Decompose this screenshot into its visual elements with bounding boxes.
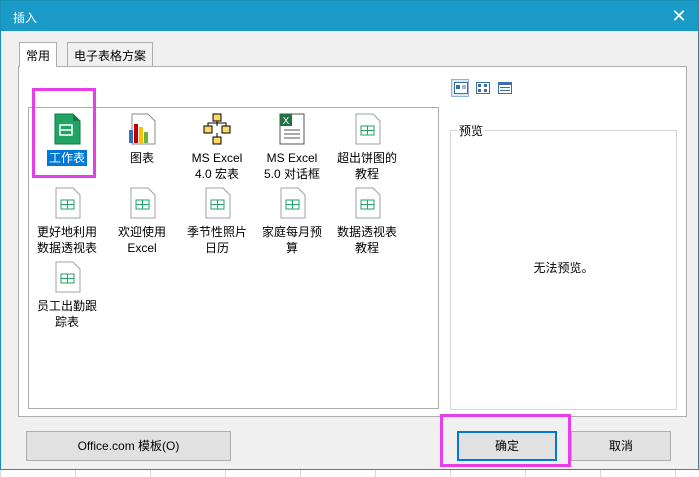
template-icon <box>351 186 383 220</box>
item-label: 超出饼图的教程 <box>336 151 397 181</box>
item-label: 数据透视表教程 <box>336 225 397 255</box>
list-view-icon <box>476 82 490 94</box>
office-templates-button[interactable]: Office.com 模板(O) <box>26 431 231 461</box>
item-label: 工作表 <box>46 150 87 166</box>
item-label: 更好地利用数据透视表 <box>36 225 97 255</box>
ok-button[interactable]: 确定 <box>457 431 557 461</box>
preview-group: 预览 无法预览。 <box>450 122 677 410</box>
template-icon <box>351 112 383 146</box>
details-view-button[interactable] <box>495 79 513 97</box>
dialog-sheet-icon: X <box>276 112 308 146</box>
insert-dialog: 插入 ✕ 常用 电子表格方案 工作表 图表 MS Excel 4.0 宏表 X … <box>0 0 699 470</box>
item-label: 家庭每月预算 <box>261 225 322 255</box>
template-icon <box>201 186 233 220</box>
item-pivot-better-use[interactable]: 更好地利用数据透视表 <box>32 186 102 256</box>
item-label: 员工出勤跟踪表 <box>36 299 97 329</box>
large-icons-icon <box>454 82 468 94</box>
tab-spreadsheet-solutions[interactable]: 电子表格方案 <box>67 42 154 66</box>
tab-panel: 工作表 图表 MS Excel 4.0 宏表 X MS Excel 5.0 对话… <box>18 66 687 417</box>
cancel-button[interactable]: 取消 <box>571 431 671 461</box>
item-chart[interactable]: 图表 <box>107 112 177 166</box>
item-label: MS Excel 4.0 宏表 <box>191 151 243 181</box>
preview-message: 无法预览。 <box>533 261 594 275</box>
svg-text:X: X <box>283 116 290 127</box>
item-ms-excel-4-macro[interactable]: MS Excel 4.0 宏表 <box>182 112 252 182</box>
item-label: 欢迎使用 Excel <box>117 225 166 255</box>
item-family-monthly-budget[interactable]: 家庭每月预算 <box>257 186 327 256</box>
close-button[interactable]: ✕ <box>668 5 690 27</box>
close-icon: ✕ <box>671 6 687 26</box>
template-icon <box>51 186 83 220</box>
item-employee-attendance[interactable]: 员工出勤跟踪表 <box>32 260 102 330</box>
item-label: 季节性照片日历 <box>186 225 247 255</box>
preview-legend: 预览 <box>457 122 486 139</box>
template-icon <box>276 186 308 220</box>
worksheet-icon <box>51 112 83 146</box>
item-seasonal-photo-calendar[interactable]: 季节性照片日历 <box>182 186 252 256</box>
dialog-titlebar: 插入 ✕ <box>1 1 698 31</box>
item-ms-excel-5-dialog[interactable]: X MS Excel 5.0 对话框 <box>257 112 327 182</box>
large-icons-view-button[interactable] <box>451 79 469 97</box>
item-welcome-excel[interactable]: 欢迎使用 Excel <box>107 186 177 256</box>
item-worksheet[interactable]: 工作表 <box>32 112 102 166</box>
item-label: MS Excel 5.0 对话框 <box>263 151 321 181</box>
details-view-icon <box>498 82 512 94</box>
list-view-button[interactable] <box>473 79 491 97</box>
template-icon <box>51 260 83 294</box>
template-list: 工作表 图表 MS Excel 4.0 宏表 X MS Excel 5.0 对话… <box>28 107 439 409</box>
item-label: 图表 <box>129 151 154 165</box>
chart-icon <box>126 112 158 146</box>
tab-common[interactable]: 常用 <box>19 42 58 67</box>
item-pivot-tutorial[interactable]: 数据透视表教程 <box>332 186 402 256</box>
dialog-title: 插入 <box>13 11 38 25</box>
macro-sheet-icon <box>201 112 233 146</box>
template-icon <box>126 186 158 220</box>
item-pie-chart-tutorial[interactable]: 超出饼图的教程 <box>332 112 402 182</box>
